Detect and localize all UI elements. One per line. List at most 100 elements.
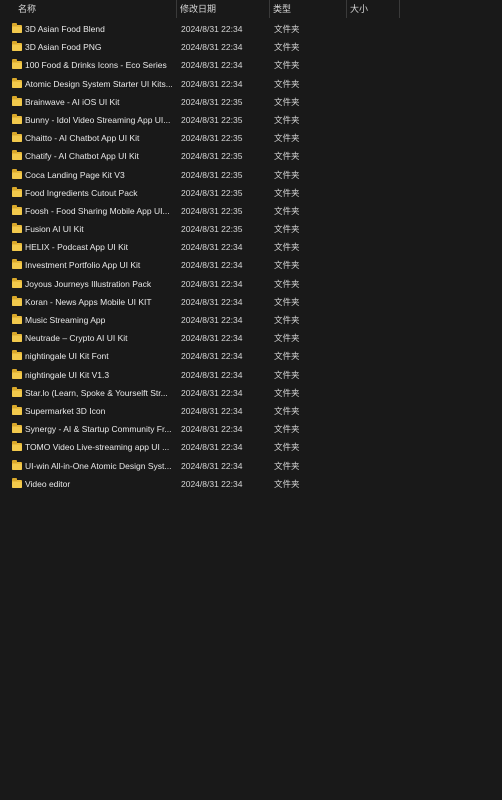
file-row[interactable]: TOMO Video Live-streaming app UI ... 2024… (0, 438, 502, 456)
folder-icon (12, 168, 22, 179)
file-name: nightingale UI Kit Font (25, 351, 109, 362)
folder-icon (12, 459, 22, 470)
file-modified-date: 2024/8/31 22:34 (181, 369, 243, 380)
folder-icon (12, 241, 22, 252)
file-type: 文件夹 (274, 169, 300, 180)
file-type: 文件夹 (274, 78, 300, 89)
file-row[interactable]: Koran - News Apps Mobile UI KIT 2024/8/31… (0, 293, 502, 311)
file-row[interactable]: Joyous Journeys Illustration Pack 2024/8/… (0, 275, 502, 293)
file-row[interactable]: UI-win All-in-One Atomic Design Syst... 2… (0, 457, 502, 475)
file-row[interactable]: Video editor 2024/8/31 22:34 文件夹 (0, 475, 502, 493)
file-modified-date: 2024/8/31 22:35 (181, 169, 243, 180)
file-row[interactable]: Chatify - AI Chatbot App UI Kit 2024/8/31… (0, 147, 502, 165)
folder-icon (12, 113, 22, 124)
file-type: 文件夹 (274, 187, 300, 198)
column-divider[interactable] (399, 0, 400, 18)
folder-icon (12, 404, 22, 415)
file-name: Synergy - AI & Startup Community Fr... (25, 424, 172, 435)
file-name: UI-win All-in-One Atomic Design Syst... (25, 460, 172, 471)
file-name: Investment Portfolio App UI Kit (25, 260, 141, 271)
file-modified-date: 2024/8/31 22:34 (181, 405, 243, 416)
file-row[interactable]: Atomic Design System Starter UI Kits... 2… (0, 75, 502, 93)
file-modified-date: 2024/8/31 22:34 (181, 296, 243, 307)
file-type: 文件夹 (274, 224, 300, 235)
folder-icon (12, 223, 22, 234)
file-type: 文件夹 (274, 405, 300, 416)
file-row[interactable]: Supermarket 3D Icon 2024/8/31 22:34 文件夹 (0, 402, 502, 420)
file-name: Bunny - Idol Video Streaming App UI... (25, 114, 171, 125)
file-row[interactable]: Synergy - AI & Startup Community Fr... 20… (0, 420, 502, 438)
file-list: 3D Asian Food Blend 2024/8/31 22:34 文件夹 3D … (0, 20, 502, 493)
file-name: Chatify - AI Chatbot App UI Kit (25, 151, 139, 162)
folder-icon (12, 368, 22, 379)
file-type: 文件夹 (274, 133, 300, 144)
file-modified-date: 2024/8/31 22:34 (181, 478, 243, 489)
column-header-bar: ▲ 名称 修改日期 类型 大小 (0, 0, 502, 18)
folder-icon (12, 150, 22, 161)
file-row[interactable]: Fusion AI UI Kit 2024/8/31 22:35 文件夹 (0, 220, 502, 238)
file-modified-date: 2024/8/31 22:34 (181, 424, 243, 435)
file-modified-date: 2024/8/31 22:34 (181, 278, 243, 289)
file-name: Video editor (25, 478, 71, 489)
file-modified-date: 2024/8/31 22:35 (181, 151, 243, 162)
file-modified-date: 2024/8/31 22:35 (181, 205, 243, 216)
file-modified-date: 2024/8/31 22:35 (181, 133, 243, 144)
file-row[interactable]: Chaitto - AI Chatbot App UI Kit 2024/8/31… (0, 129, 502, 147)
file-type: 文件夹 (274, 369, 300, 380)
folder-icon (12, 295, 22, 306)
file-type: 文件夹 (274, 260, 300, 271)
file-name: Neutrade – Crypto AI UI Kit (25, 333, 128, 344)
folder-icon (12, 77, 22, 88)
column-header-size[interactable]: 大小 (346, 0, 400, 18)
folder-icon (12, 132, 22, 143)
file-type: 文件夹 (274, 151, 300, 162)
folder-icon (12, 23, 22, 33)
file-row[interactable]: Music Streaming App 2024/8/31 22:34 文件夹 (0, 311, 502, 329)
file-row[interactable]: nightingale UI Kit V1.3 2024/8/31 22:34 文件… (0, 366, 502, 384)
folder-icon (12, 277, 22, 288)
folder-icon (12, 59, 22, 70)
file-row[interactable]: Bunny - Idol Video Streaming App UI... 20… (0, 111, 502, 129)
file-type: 文件夹 (274, 24, 300, 34)
folder-icon (12, 95, 22, 106)
file-type: 文件夹 (274, 96, 300, 107)
column-header-name[interactable]: 名称 (14, 0, 174, 18)
file-modified-date: 2024/8/31 22:34 (181, 78, 243, 89)
file-type: 文件夹 (274, 478, 300, 489)
file-type: 文件夹 (274, 296, 300, 307)
file-type: 文件夹 (274, 387, 300, 398)
file-row[interactable]: Foosh - Food Sharing Mobile App UI... 202… (0, 202, 502, 220)
file-name: Joyous Journeys Illustration Pack (25, 278, 152, 289)
file-row[interactable]: Food Ingredients Cutout Pack 2024/8/31 22… (0, 184, 502, 202)
file-type: 文件夹 (274, 205, 300, 216)
file-row[interactable]: Coca Landing Page Kit V3 2024/8/31 22:35 文… (0, 166, 502, 184)
file-row[interactable]: Investment Portfolio App UI Kit 2024/8/31… (0, 256, 502, 274)
folder-icon (12, 477, 22, 488)
column-header-type[interactable]: 类型 (269, 0, 345, 18)
file-modified-date: 2024/8/31 22:34 (181, 42, 243, 53)
file-row[interactable]: Neutrade – Crypto AI UI Kit 2024/8/31 22:… (0, 329, 502, 347)
folder-icon (12, 204, 22, 215)
file-modified-date: 2024/8/31 22:34 (181, 242, 243, 253)
file-row[interactable]: nightingale UI Kit Font 2024/8/31 22:34 文件… (0, 347, 502, 365)
file-type: 文件夹 (274, 242, 300, 253)
file-modified-date: 2024/8/31 22:34 (181, 333, 243, 344)
folder-icon (12, 350, 22, 361)
file-row[interactable]: Brainwave - AI iOS UI Kit 2024/8/31 22:35… (0, 93, 502, 111)
folder-icon (12, 423, 22, 434)
file-modified-date: 2024/8/31 22:35 (181, 187, 243, 198)
file-modified-date: 2024/8/31 22:34 (181, 60, 243, 71)
file-row[interactable]: 3D Asian Food Blend 2024/8/31 22:34 文件夹 (0, 20, 502, 38)
folder-icon (12, 186, 22, 197)
file-row[interactable]: 100 Food & Drinks Icons - Eco Series 2024… (0, 56, 502, 74)
file-modified-date: 2024/8/31 22:34 (181, 24, 243, 34)
file-type: 文件夹 (274, 42, 300, 53)
file-modified-date: 2024/8/31 22:35 (181, 224, 243, 235)
file-type: 文件夹 (274, 114, 300, 125)
file-row[interactable]: HELIX - Podcast App UI Kit 2024/8/31 22:3… (0, 238, 502, 256)
file-row[interactable]: Star.lo (Learn, Spoke & Yourselft Str...… (0, 384, 502, 402)
file-modified-date: 2024/8/31 22:34 (181, 260, 243, 271)
file-type: 文件夹 (274, 351, 300, 362)
file-row[interactable]: 3D Asian Food PNG 2024/8/31 22:34 文件夹 (0, 38, 502, 56)
column-header-modified[interactable]: 修改日期 (176, 0, 268, 18)
